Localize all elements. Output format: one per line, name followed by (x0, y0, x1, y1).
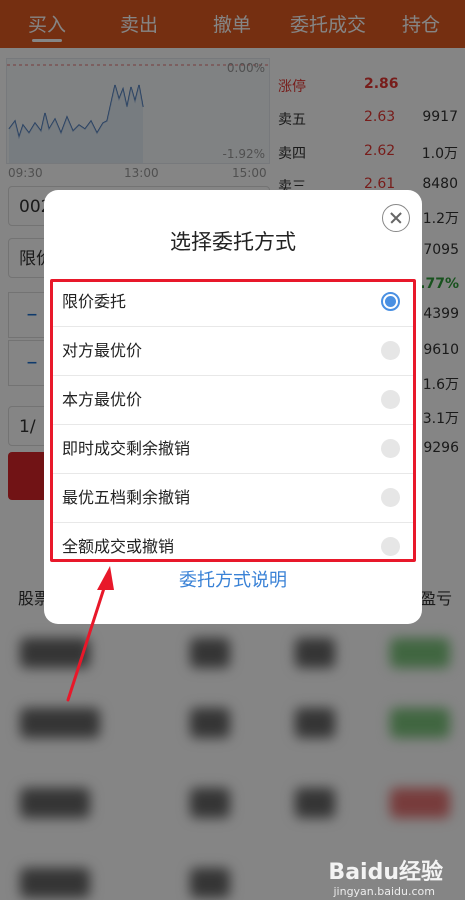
watermark-url: jingyan.baidu.com (333, 885, 435, 898)
baidu-logo: Baidu经验 (328, 860, 443, 885)
annotation-arrow-icon (66, 566, 114, 702)
